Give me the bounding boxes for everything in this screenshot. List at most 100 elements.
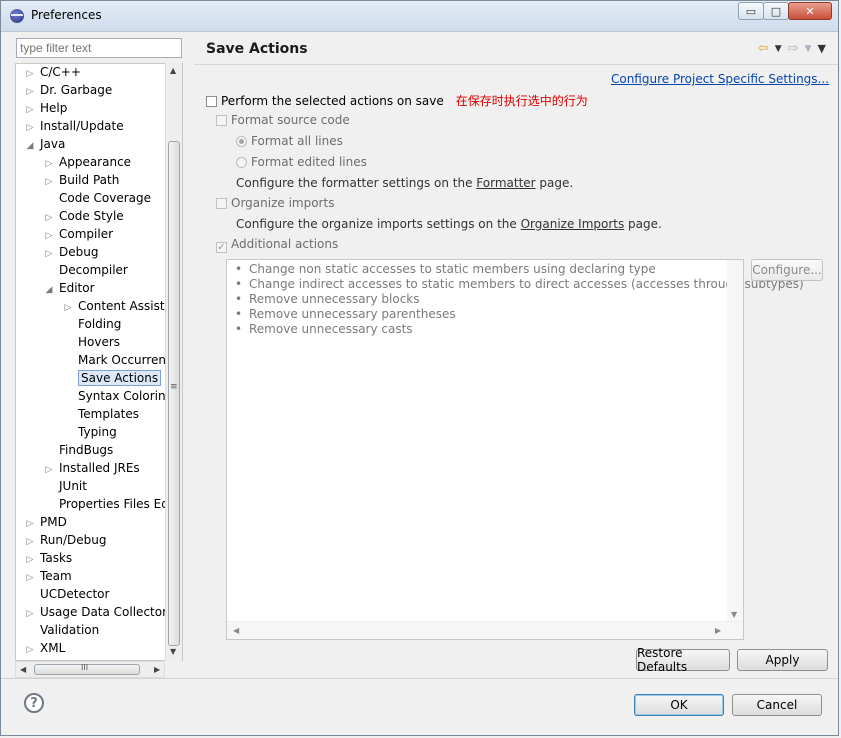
expanded-arrow-icon[interactable]: ◢: [43, 281, 55, 299]
additional-actions-checkbox[interactable]: [216, 242, 227, 253]
format-edited-label[interactable]: Format edited lines: [251, 155, 367, 169]
page-header: Save Actions ⇦ ▼ ⇨ ▼ ▼: [194, 32, 838, 65]
tree-hscroll-thumb[interactable]: III: [34, 663, 140, 675]
tree-item[interactable]: ▷ Run/Debug: [24, 531, 107, 549]
format-source-checkbox[interactable]: [216, 115, 227, 126]
forward-dropdown-icon[interactable]: ▼: [805, 44, 812, 56]
tree-item[interactable]: ▷ Debug: [43, 243, 99, 261]
tree-item-label: PMD: [40, 515, 67, 529]
additional-actions-label[interactable]: Additional actions: [231, 237, 338, 251]
organize-imports-checkbox[interactable]: [216, 198, 227, 209]
organize-imports-label[interactable]: Organize imports: [231, 196, 334, 210]
tree-item-label: Help: [40, 101, 68, 115]
maximize-button[interactable]: □: [763, 2, 789, 20]
tree-item-label: Run/Debug: [40, 533, 107, 547]
tree-item[interactable]: ▷ Build Path: [43, 171, 120, 189]
tree-item[interactable]: Decompiler: [43, 261, 128, 279]
formatter-hint-text: Configure the formatter settings on the: [236, 176, 477, 190]
list-item: • Remove unnecessary casts: [235, 322, 413, 336]
perform-actions-checkbox[interactable]: [206, 96, 217, 107]
tree-item[interactable]: Syntax Coloring: [62, 387, 173, 405]
scroll-right-arrow-icon[interactable]: ▶: [154, 665, 160, 674]
scroll-up-arrow-icon[interactable]: ▲: [170, 66, 176, 75]
title-bar[interactable]: Preferences ▭ □ ✕: [1, 1, 838, 32]
tree-item[interactable]: Templates: [62, 405, 139, 423]
tree-item[interactable]: ▷ Help: [24, 99, 68, 117]
grip-icon: ≡: [170, 382, 178, 392]
ok-button[interactable]: OK: [634, 694, 724, 716]
tree-item[interactable]: ▷ Compiler: [43, 225, 113, 243]
back-arrow-icon[interactable]: ⇦: [758, 41, 769, 56]
tree-item[interactable]: Hovers: [62, 333, 120, 351]
page-title: Save Actions: [206, 41, 308, 57]
tree-item-label: Save Actions: [78, 370, 162, 386]
view-menu-icon[interactable]: ▼: [818, 42, 826, 56]
format-source-label[interactable]: Format source code: [231, 113, 350, 127]
tree-horizontal-scrollbar[interactable]: ◀ III ▶: [15, 661, 165, 678]
tree-item-label: FindBugs: [59, 443, 114, 457]
tree-item[interactable]: Typing: [62, 423, 117, 441]
preferences-tree: ▷ C/C++ ▷ Dr. Garbage ▷ Help ▷ Install/Update ◢ J…: [15, 63, 183, 661]
tree-item[interactable]: Properties Files Editor: [43, 495, 182, 513]
organize-hint-text: Configure the organize imports settings …: [236, 217, 521, 231]
scroll-left-arrow-icon[interactable]: ◀: [20, 665, 26, 674]
format-edited-row: Format edited lines: [236, 155, 367, 169]
tree-item[interactable]: ◢ Editor: [43, 279, 95, 297]
organize-imports-link[interactable]: Organize Imports: [521, 217, 625, 231]
apply-button[interactable]: Apply: [737, 649, 828, 671]
save-actions-page: Configure Project Specific Settings... P…: [194, 65, 838, 678]
perform-actions-label[interactable]: Perform the selected actions on save: [221, 94, 444, 108]
tree-vertical-scrollbar[interactable]: ▲ ≡ ▼: [165, 63, 182, 661]
forward-arrow-icon[interactable]: ⇨: [788, 41, 799, 56]
page-navigation: ⇦ ▼ ⇨ ▼ ▼: [758, 41, 826, 56]
format-edited-radio[interactable]: [236, 157, 247, 168]
cancel-button[interactable]: Cancel: [732, 694, 822, 716]
tree-item[interactable]: ▷ XML: [24, 639, 66, 659]
tree-item[interactable]: ▷ PMD: [24, 513, 67, 531]
tree-scroll-thumb[interactable]: ≡: [168, 141, 180, 646]
tree-item[interactable]: ▷ Team: [24, 567, 72, 585]
scroll-right-arrow-icon[interactable]: ▶: [715, 626, 721, 635]
tree-item[interactable]: UCDetector: [24, 585, 109, 603]
tree-item[interactable]: FindBugs: [43, 441, 113, 459]
list-vertical-scrollbar[interactable]: ▼: [727, 260, 743, 622]
tree-item[interactable]: Code Coverage: [43, 189, 151, 207]
tree-item[interactable]: Validation: [24, 621, 99, 639]
tree-item[interactable]: ▷ Usage Data Collector: [24, 603, 168, 621]
tree-item[interactable]: Save Actions: [62, 369, 162, 387]
tree-item-label: Templates: [78, 407, 140, 421]
tree-item[interactable]: ▷ Appearance: [43, 153, 132, 171]
tree-item-label: Decompiler: [59, 263, 128, 277]
formatter-hint-end: page.: [535, 176, 574, 190]
scroll-left-arrow-icon[interactable]: ◀: [233, 626, 239, 635]
help-icon[interactable]: ?: [24, 693, 44, 713]
scroll-down-arrow-icon[interactable]: ▼: [731, 610, 737, 619]
tree-item[interactable]: JUnit: [43, 477, 87, 495]
tree-item[interactable]: ▷ Content Assist: [62, 297, 165, 315]
back-dropdown-icon[interactable]: ▼: [775, 44, 782, 56]
tree-item[interactable]: ▷ Code Style: [43, 207, 124, 225]
tree-item[interactable]: ▷ Dr. Garbage: [24, 81, 113, 99]
scroll-down-arrow-icon[interactable]: ▼: [170, 647, 176, 656]
format-all-radio[interactable]: [236, 136, 247, 147]
tree-item[interactable]: ◢ Java: [24, 135, 66, 155]
tree-item[interactable]: ▷ Tasks: [24, 549, 73, 567]
close-button[interactable]: ✕: [788, 2, 832, 20]
list-horizontal-scrollbar[interactable]: ◀ ▶: [227, 621, 743, 639]
additional-actions-list[interactable]: • Change non static accesses to static me…: [226, 259, 804, 640]
tree-item[interactable]: ▷ C/C++: [24, 64, 81, 81]
configure-project-settings-link[interactable]: Configure Project Specific Settings...: [611, 72, 829, 86]
tree-item[interactable]: Folding: [62, 315, 121, 333]
format-all-label[interactable]: Format all lines: [251, 134, 343, 148]
tree-item-label: Tasks: [40, 551, 73, 565]
formatter-link[interactable]: Formatter: [476, 176, 535, 190]
tree-item[interactable]: ▷ Install/Update: [24, 117, 124, 135]
minimize-button[interactable]: ▭: [738, 2, 764, 20]
formatter-hint: Configure the formatter settings on the …: [236, 176, 573, 190]
collapsed-arrow-icon[interactable]: ▷: [24, 641, 36, 659]
filter-input[interactable]: [16, 38, 182, 58]
restore-defaults-button[interactable]: Restore Defaults: [636, 646, 730, 674]
expanded-arrow-icon[interactable]: ◢: [24, 137, 36, 155]
tree-item[interactable]: ▷ Installed JREs: [43, 459, 140, 477]
configure-button[interactable]: Configure...: [751, 259, 823, 281]
